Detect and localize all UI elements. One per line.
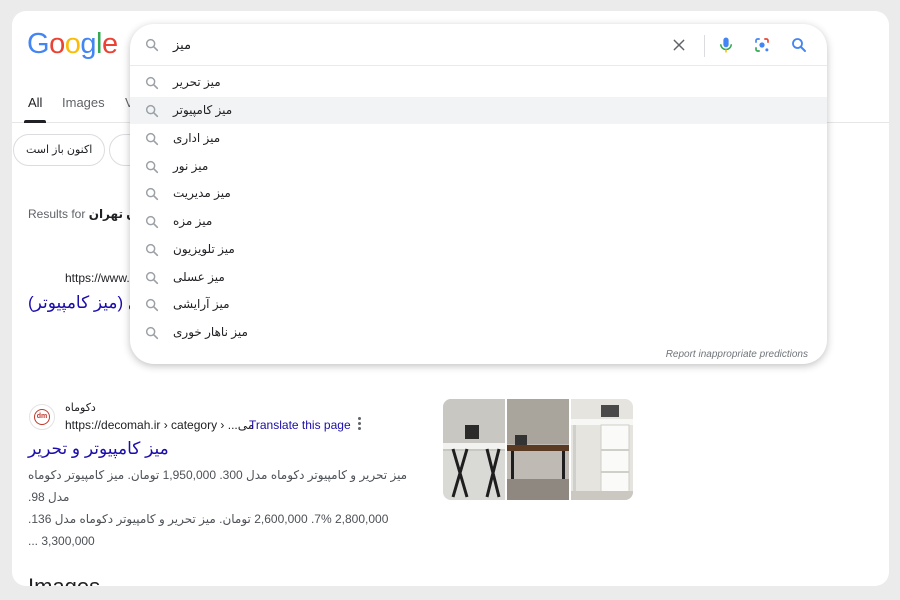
result-title[interactable]: ی (میز کامپیوتر) <box>28 293 141 313</box>
translate-link[interactable]: Translate this page <box>249 418 351 432</box>
search-icon <box>145 104 159 118</box>
suggestion-item[interactable]: میز تحریر <box>130 69 827 96</box>
clear-icon[interactable] <box>671 37 687 53</box>
result-url[interactable]: https://decomah.ir › category › ...می <box>65 418 254 432</box>
images-section-heading: Images <box>28 574 100 586</box>
microphone-icon[interactable] <box>717 36 735 54</box>
search-icon <box>145 298 159 312</box>
favicon-mark: dm <box>34 409 50 425</box>
search-submit-icon[interactable] <box>790 36 808 54</box>
result-thumbnails[interactable] <box>443 399 633 500</box>
suggestion-item[interactable]: میز کامپیوتر <box>130 97 827 124</box>
active-tab-indicator <box>24 120 46 123</box>
search-box[interactable]: میز <box>130 24 827 66</box>
suggestion-text: میز نور <box>173 159 209 173</box>
suggestion-text: میز اداری <box>173 131 221 145</box>
results-for: Results for ن تهران <box>28 207 137 221</box>
logo-letter: o <box>49 28 65 60</box>
suggestion-text: میز مزه <box>173 214 213 228</box>
suggestion-item[interactable]: میز آرایشی <box>130 291 827 318</box>
search-icon <box>145 187 159 201</box>
snippet-line: 2,800,000 7%. 2,600,000 تومان. میز تحریر… <box>28 512 389 526</box>
search-icon <box>145 243 159 257</box>
suggestion-item[interactable]: میز ناهار خوری <box>130 319 827 346</box>
suggestion-text: میز ناهار خوری <box>173 325 248 339</box>
search-icon <box>145 326 159 340</box>
logo-letter: g <box>80 28 96 60</box>
logo-letter: e <box>101 28 118 60</box>
search-icon <box>145 38 159 52</box>
desk-thumbnail[interactable] <box>443 399 505 500</box>
desk-thumbnail[interactable] <box>507 399 569 500</box>
suggestion-text: میز عسلی <box>173 270 225 284</box>
suggestion-item[interactable]: میز مزه <box>130 208 827 235</box>
suggestion-text: میز تحریر <box>173 75 221 89</box>
search-input[interactable]: میز <box>173 37 191 53</box>
suggestion-text: میز کامپیوتر <box>173 103 233 117</box>
snippet-line: 3,300,000 ... <box>28 534 95 548</box>
tab-images[interactable]: Images <box>62 95 105 110</box>
google-logo[interactable]: Google <box>27 28 118 61</box>
result-url[interactable]: https://www.c <box>65 271 136 285</box>
more-options-icon[interactable] <box>354 416 364 432</box>
lens-icon[interactable] <box>753 36 771 54</box>
suggestion-item[interactable]: میز عسلی <box>130 264 827 291</box>
filter-chip-open-now[interactable]: اکنون باز است <box>13 134 106 166</box>
suggestion-text: میز آرایشی <box>173 297 230 311</box>
search-icon <box>145 132 159 146</box>
search-icon <box>145 271 159 285</box>
suggestion-item[interactable]: میز تلویزیون <box>130 236 827 263</box>
snippet-line: میز تحریر و کامپیوتر دکوماه مدل 300. 1,9… <box>28 468 408 504</box>
tab-all[interactable]: All <box>28 95 42 110</box>
suggestion-item[interactable]: میز مدیریت <box>130 180 827 207</box>
suggestion-item[interactable]: میز نور <box>130 153 827 180</box>
suggestion-text: میز مدیریت <box>173 186 231 200</box>
result-title[interactable]: میز کامپیوتر و تحریر <box>28 439 169 459</box>
site-favicon[interactable]: dm <box>29 404 55 430</box>
site-name[interactable]: دکوماه <box>65 401 96 414</box>
desk-thumbnail[interactable] <box>571 399 633 500</box>
results-for-prefix: Results for <box>28 207 86 221</box>
search-divider <box>704 35 705 57</box>
search-icon <box>145 76 159 90</box>
suggestion-text: میز تلویزیون <box>173 242 235 256</box>
report-predictions-link[interactable]: Report inappropriate predictions <box>666 349 808 360</box>
search-icon <box>145 215 159 229</box>
search-icon <box>145 160 159 174</box>
result-snippet: میز تحریر و کامپیوتر دکوماه مدل 300. 1,9… <box>28 464 420 552</box>
logo-letter: G <box>27 28 50 60</box>
logo-letter: o <box>64 28 81 60</box>
suggestion-item[interactable]: میز اداری <box>130 125 827 152</box>
search-dropdown: میز میز تحریر میز کامپیوتر میز اداری میز… <box>130 24 827 364</box>
